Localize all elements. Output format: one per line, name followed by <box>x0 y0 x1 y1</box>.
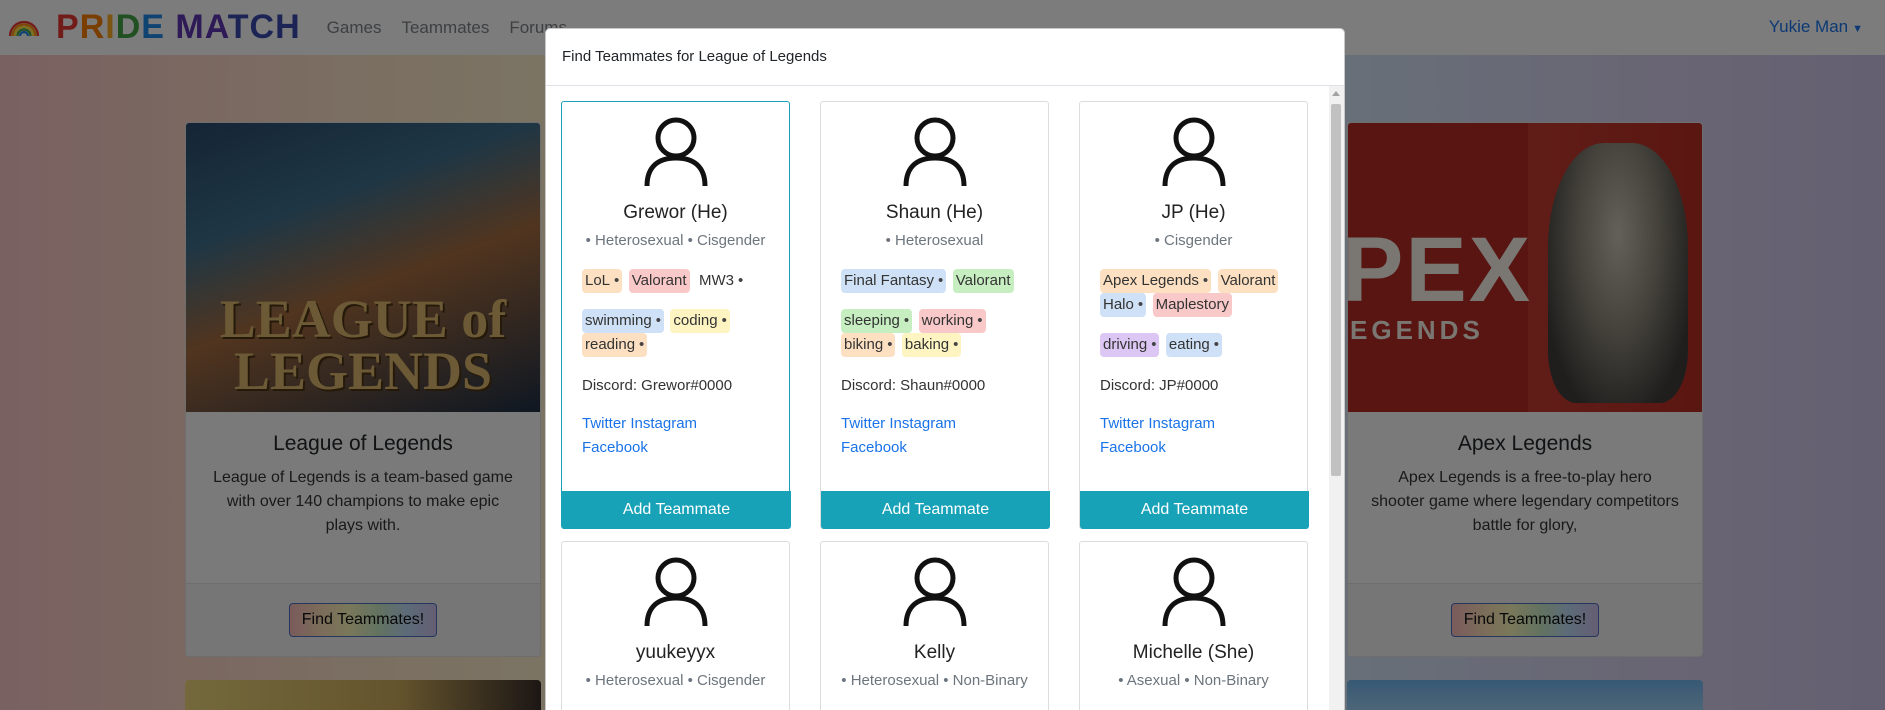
instagram-link[interactable]: Instagram <box>889 415 956 432</box>
add-teammate-button[interactable]: Add Teammate <box>821 491 1050 529</box>
game-tag: Apex Legends • <box>1100 269 1212 293</box>
interest-tag: reading • <box>582 333 648 357</box>
interest-tag: coding • <box>670 309 730 333</box>
interest-tags: driving • eating • <box>1100 333 1287 357</box>
facebook-link[interactable]: Facebook <box>1100 439 1166 456</box>
teammate-identity: • Asexual • Non-Binary <box>1118 672 1269 689</box>
person-icon <box>644 557 707 627</box>
interest-tag: eating • <box>1165 333 1223 357</box>
discord-handle: Discord: Shaun#0000 <box>841 377 986 394</box>
instagram-link[interactable]: Instagram <box>630 415 697 432</box>
social-links: Twitter Instagram Facebook <box>841 412 1028 460</box>
teammate-card: JP (He) • Cisgender Apex Legends • Valora… <box>1079 101 1309 529</box>
add-teammate-button[interactable]: Add Teammate <box>562 491 791 529</box>
game-tag: Valorant <box>952 269 1014 293</box>
social-links: Twitter Instagram Facebook <box>582 412 769 460</box>
teammate-identity: • Heterosexual • Cisgender <box>585 232 766 249</box>
teammate-name: Grewor (He) <box>623 202 728 223</box>
interest-tag: biking • <box>841 333 896 357</box>
twitter-link[interactable]: Twitter <box>1100 415 1144 432</box>
scrollbar-thumb[interactable] <box>1331 104 1341 476</box>
game-tag: Valorant <box>1217 269 1279 293</box>
person-icon <box>903 557 966 627</box>
teammate-name: JP (He) <box>1161 202 1226 223</box>
game-tag: Final Fantasy • <box>841 269 947 293</box>
game-tag: LoL • <box>582 269 623 293</box>
teammate-name: Michelle (She) <box>1132 642 1255 663</box>
instagram-link[interactable]: Instagram <box>1148 415 1215 432</box>
game-tags: LoL • Valorant MW3 • <box>582 269 769 293</box>
interest-tag: sleeping • <box>841 309 913 333</box>
game-tags: Apex Legends • Valorant Halo • Maplestory <box>1100 269 1287 317</box>
twitter-link[interactable]: Twitter <box>841 415 885 432</box>
find-teammates-modal: Find Teammates for League of Legends Gre… <box>545 28 1345 710</box>
teammate-name: yuukeyyx <box>635 642 716 663</box>
interest-tag: swimming • <box>582 309 664 333</box>
teammate-card: Kelly • Heterosexual • Non-Binary <box>820 541 1049 710</box>
game-tag: Maplestory <box>1152 293 1232 317</box>
teammate-card: Michelle (She) • Asexual • Non-Binary <box>1079 541 1308 710</box>
teammate-name: Shaun (He) <box>885 202 984 223</box>
teammate-card: Grewor (He) • Heterosexual • Cisgender L… <box>561 101 791 529</box>
interest-tag: driving • <box>1100 333 1160 357</box>
facebook-link[interactable]: Facebook <box>841 439 907 456</box>
twitter-link[interactable]: Twitter <box>582 415 626 432</box>
teammate-grid: Grewor (He) • Heterosexual • Cisgender L… <box>561 101 1311 710</box>
game-tag: MW3 • <box>698 272 744 289</box>
person-icon <box>1162 557 1225 627</box>
teammate-identity: • Heterosexual • Cisgender <box>585 672 766 689</box>
teammate-identity: • Heterosexual • Non-Binary <box>841 672 1028 689</box>
discord-handle: Discord: Grewor#0000 <box>582 377 733 394</box>
modal-body: Grewor (He) • Heterosexual • Cisgender L… <box>546 86 1344 710</box>
person-icon <box>1162 117 1225 187</box>
game-tag: Halo • <box>1100 293 1147 317</box>
social-links: Twitter Instagram Facebook <box>1100 412 1287 460</box>
interest-tag: working • <box>918 309 986 333</box>
game-tag: Valorant <box>628 269 690 293</box>
interest-tag: baking • <box>901 333 962 357</box>
discord-handle: Discord: JP#0000 <box>1100 377 1219 394</box>
game-tags: Final Fantasy • Valorant <box>841 269 1028 293</box>
scroll-up-arrow-icon[interactable] <box>1332 91 1340 96</box>
person-icon <box>903 117 966 187</box>
interest-tags: swimming • coding • reading • <box>582 309 769 357</box>
facebook-link[interactable]: Facebook <box>582 439 648 456</box>
modal-title: Find Teammates for League of Legends <box>546 29 1344 86</box>
teammate-name: Kelly <box>913 642 956 663</box>
teammate-identity: • Heterosexual <box>885 232 984 249</box>
person-icon <box>644 117 707 187</box>
interest-tags: sleeping • working • biking • baking • <box>841 309 1028 357</box>
teammate-identity: • Cisgender <box>1154 232 1233 249</box>
teammate-card: yuukeyyx • Heterosexual • Cisgender <box>561 541 790 710</box>
add-teammate-button[interactable]: Add Teammate <box>1080 491 1309 529</box>
teammate-card: Shaun (He) • Heterosexual Final Fantasy •… <box>820 101 1050 529</box>
